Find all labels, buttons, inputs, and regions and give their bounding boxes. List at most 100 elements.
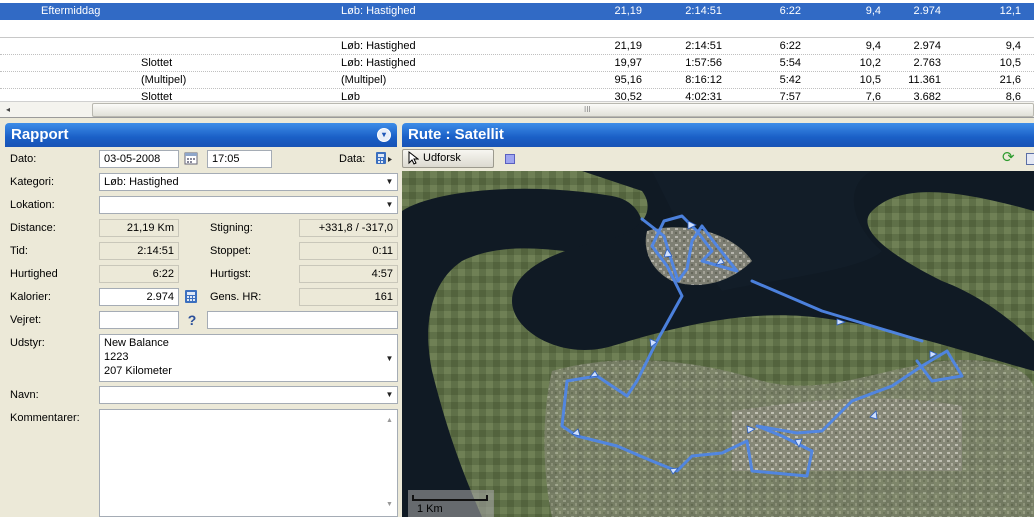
cursor-icon xyxy=(408,150,420,170)
weather-label: Vejret: xyxy=(10,314,42,326)
equipment-line: 207 Kilometer xyxy=(104,365,172,377)
cell-name: Eftermiddag xyxy=(41,5,101,17)
calendar-icon[interactable] xyxy=(183,151,199,167)
stopped-label: Stoppet: xyxy=(210,245,251,257)
cell-distance: 21,19 xyxy=(614,5,642,17)
location-select[interactable]: ▼ xyxy=(99,196,398,214)
cell-last: 9,4 xyxy=(1005,40,1021,52)
explore-button[interactable]: Udforsk xyxy=(402,149,494,168)
cell-category: Løb: Hastighed xyxy=(341,5,416,17)
table-row[interactable]: (Multipel) (Multipel) 95,16 8:16:12 5:42… xyxy=(0,72,1034,89)
cell-speed: 9,4 xyxy=(865,5,881,17)
map-toolbar: Udforsk ⟳ xyxy=(402,147,1034,171)
app-window: Eftermiddag Løb: Hastighed 21,19 2:14:51… xyxy=(0,0,1034,517)
comments-textarea[interactable]: ▲ ▼ xyxy=(99,409,398,517)
ascent-value: +331,8 / -317,0 xyxy=(299,219,398,237)
stopped-value: 0:11 xyxy=(299,242,398,260)
cell-distance: 19,97 xyxy=(614,57,642,69)
cell-time: 8:16:12 xyxy=(685,74,722,86)
cell-location: Slottet xyxy=(141,57,173,69)
avg-hr-label: Gens. HR: xyxy=(210,291,262,303)
cell-calories: 2.974 xyxy=(913,40,941,52)
date-label: Dato: xyxy=(10,153,37,165)
table-row[interactable]: Slottet Løb: Hastighed 19,97 1:57:56 5:5… xyxy=(0,55,1034,72)
satellite-map[interactable]: 1 Km xyxy=(402,171,1034,517)
time-of-day-field[interactable]: 17:05 xyxy=(207,150,272,168)
cell-category: Løb: Hastighed xyxy=(341,40,416,52)
chevron-down-icon[interactable]: ▼ xyxy=(382,197,397,213)
cell-speed: 9,4 xyxy=(865,40,881,52)
speed-label: Hurtighed xyxy=(10,268,58,280)
cell-pace: 5:54 xyxy=(779,57,801,69)
cell-time: 2:14:51 xyxy=(685,40,722,52)
cell-time: 2:14:51 xyxy=(685,5,722,17)
cell-distance: 95,16 xyxy=(614,74,642,86)
chevron-down-icon[interactable]: ▼ xyxy=(382,351,397,367)
report-title: Rapport xyxy=(11,126,69,143)
cell-distance: 21,19 xyxy=(614,40,642,52)
equipment-line: 1223 xyxy=(104,351,129,363)
fastest-label: Hurtigst: xyxy=(210,268,251,280)
distance-label: Distance: xyxy=(10,222,56,234)
cell-pace: 5:42 xyxy=(779,74,801,86)
scroll-left-arrow-icon[interactable]: ◂ xyxy=(2,103,14,116)
cell-location: (Multipel) xyxy=(141,74,187,86)
activity-grid: Eftermiddag Løb: Hastighed 21,19 2:14:51… xyxy=(0,0,1034,118)
cell-last: 10,5 xyxy=(999,57,1021,69)
collapse-icon[interactable]: ▾ xyxy=(377,128,391,142)
category-label: Kategori: xyxy=(10,176,55,188)
cell-time: 1:57:56 xyxy=(685,57,722,69)
cell-pace: 6:22 xyxy=(779,5,801,17)
calories-field[interactable]: 2.974 xyxy=(99,288,179,306)
chevron-down-icon[interactable]: ▼ xyxy=(382,174,397,190)
date-field[interactable]: 03-05-2008 xyxy=(99,150,179,168)
route-panel: Rute : Satellit Udforsk ⟳ 1 Km xyxy=(402,120,1034,517)
cell-speed: 10,2 xyxy=(859,57,881,69)
table-row-selected[interactable]: Eftermiddag Løb: Hastighed 21,19 2:14:51… xyxy=(0,3,1034,20)
data-label: Data: xyxy=(339,153,366,165)
cell-last: 12,1 xyxy=(999,5,1021,17)
map-canvas xyxy=(402,171,1034,517)
scale-bar-graphic xyxy=(412,495,488,501)
cell-category: Løb: Hastighed xyxy=(341,57,416,69)
speed-value: 6:22 xyxy=(99,265,179,283)
save-icon[interactable] xyxy=(1026,153,1034,165)
calories-label: Kalorier: xyxy=(10,291,51,303)
report-panel: Rapport ▾ Dato: 03-05-2008 17:05 Data: K… xyxy=(0,120,400,517)
selection-tool-icon[interactable] xyxy=(505,154,515,164)
equipment-select[interactable]: New Balance 1223 207 Kilometer ▼ xyxy=(99,334,398,382)
calculator-icon[interactable] xyxy=(183,289,199,305)
cell-calories: 11.361 xyxy=(908,74,941,86)
chevron-down-icon[interactable]: ▼ xyxy=(382,387,397,403)
scroll-thumb[interactable]: III xyxy=(92,103,1034,117)
fastest-value: 4:57 xyxy=(299,265,398,283)
route-title: Rute : Satellit xyxy=(408,126,504,143)
weather-field[interactable] xyxy=(99,311,179,329)
name-label: Navn: xyxy=(10,389,39,401)
weather-notes-field[interactable] xyxy=(207,311,398,329)
scroll-grip-icon: III xyxy=(584,105,591,114)
time-total-value: 2:14:51 xyxy=(99,242,179,260)
name-select[interactable]: ▼ xyxy=(99,386,398,404)
comments-label: Kommentarer: xyxy=(10,412,80,424)
report-header: Rapport ▾ xyxy=(5,123,397,147)
location-label: Lokation: xyxy=(10,199,55,211)
scroll-up-arrow-icon[interactable]: ▲ xyxy=(386,413,393,429)
comments-scrollbar[interactable]: ▲ ▼ xyxy=(382,410,397,516)
table-row[interactable]: Løb: Hastighed 21,19 2:14:51 6:22 9,4 2.… xyxy=(0,38,1034,55)
distance-value: 21,19 Km xyxy=(99,219,179,237)
scale-label: 1 Km xyxy=(417,503,443,515)
cell-speed: 10,5 xyxy=(859,74,881,86)
category-value: Løb: Hastighed xyxy=(104,176,179,188)
refresh-icon[interactable]: ⟳ xyxy=(1002,150,1015,166)
data-calculator-icon[interactable] xyxy=(374,151,394,167)
weather-help-icon[interactable]: ? xyxy=(184,312,200,328)
map-scale-bar: 1 Km xyxy=(408,490,494,517)
cell-calories: 2.763 xyxy=(913,57,941,69)
cell-category: (Multipel) xyxy=(341,74,387,86)
cell-calories: 2.974 xyxy=(913,5,941,17)
horizontal-scrollbar[interactable]: ◂ III xyxy=(0,101,1034,117)
category-select[interactable]: Løb: Hastighed ▼ xyxy=(99,173,398,191)
scroll-down-arrow-icon[interactable]: ▼ xyxy=(386,497,393,513)
route-header: Rute : Satellit xyxy=(402,123,1034,147)
